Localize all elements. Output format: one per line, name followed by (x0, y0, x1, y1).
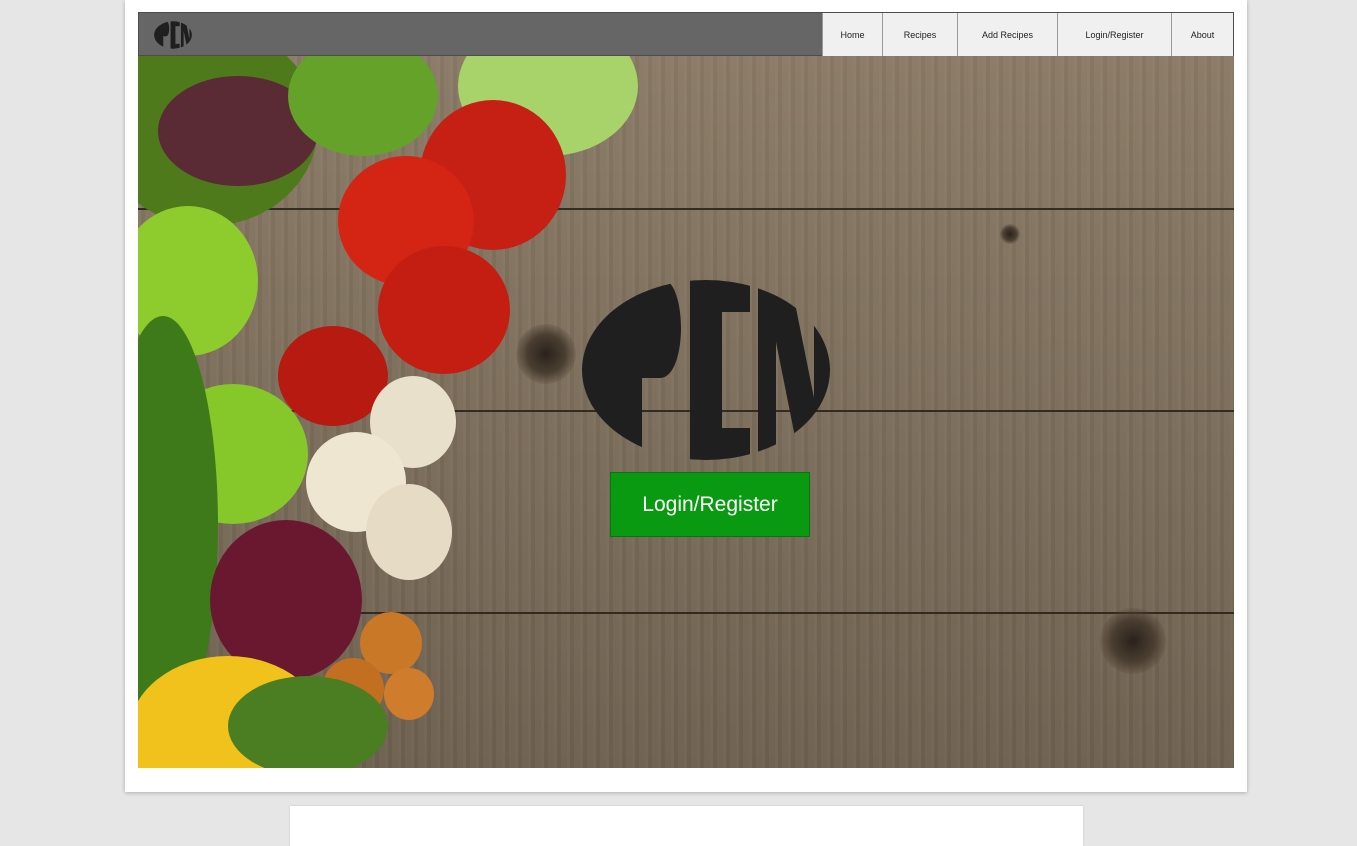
nav-add-recipes[interactable]: Add Recipes (957, 13, 1057, 57)
navbar: Home Recipes Add Recipes Login/Register … (138, 12, 1234, 57)
content-card (290, 806, 1083, 846)
nav-login-register[interactable]: Login/Register (1057, 13, 1171, 57)
pcn-logo-icon (582, 280, 830, 460)
nav-menu: Home Recipes Add Recipes Login/Register … (822, 13, 1233, 57)
hero-banner: Login/Register (138, 56, 1234, 768)
nav-about[interactable]: About (1171, 13, 1233, 57)
nav-recipes[interactable]: Recipes (882, 13, 957, 57)
wood-knot (1100, 608, 1166, 674)
site-frame: Home Recipes Add Recipes Login/Register … (138, 12, 1234, 768)
wood-knot (1000, 224, 1020, 244)
wood-knot (516, 324, 576, 384)
plank-divider (138, 208, 1234, 210)
page-card: Home Recipes Add Recipes Login/Register … (125, 0, 1247, 792)
pcn-logo-icon[interactable] (153, 21, 193, 49)
nav-home[interactable]: Home (822, 13, 882, 57)
login-register-button[interactable]: Login/Register (610, 472, 810, 537)
